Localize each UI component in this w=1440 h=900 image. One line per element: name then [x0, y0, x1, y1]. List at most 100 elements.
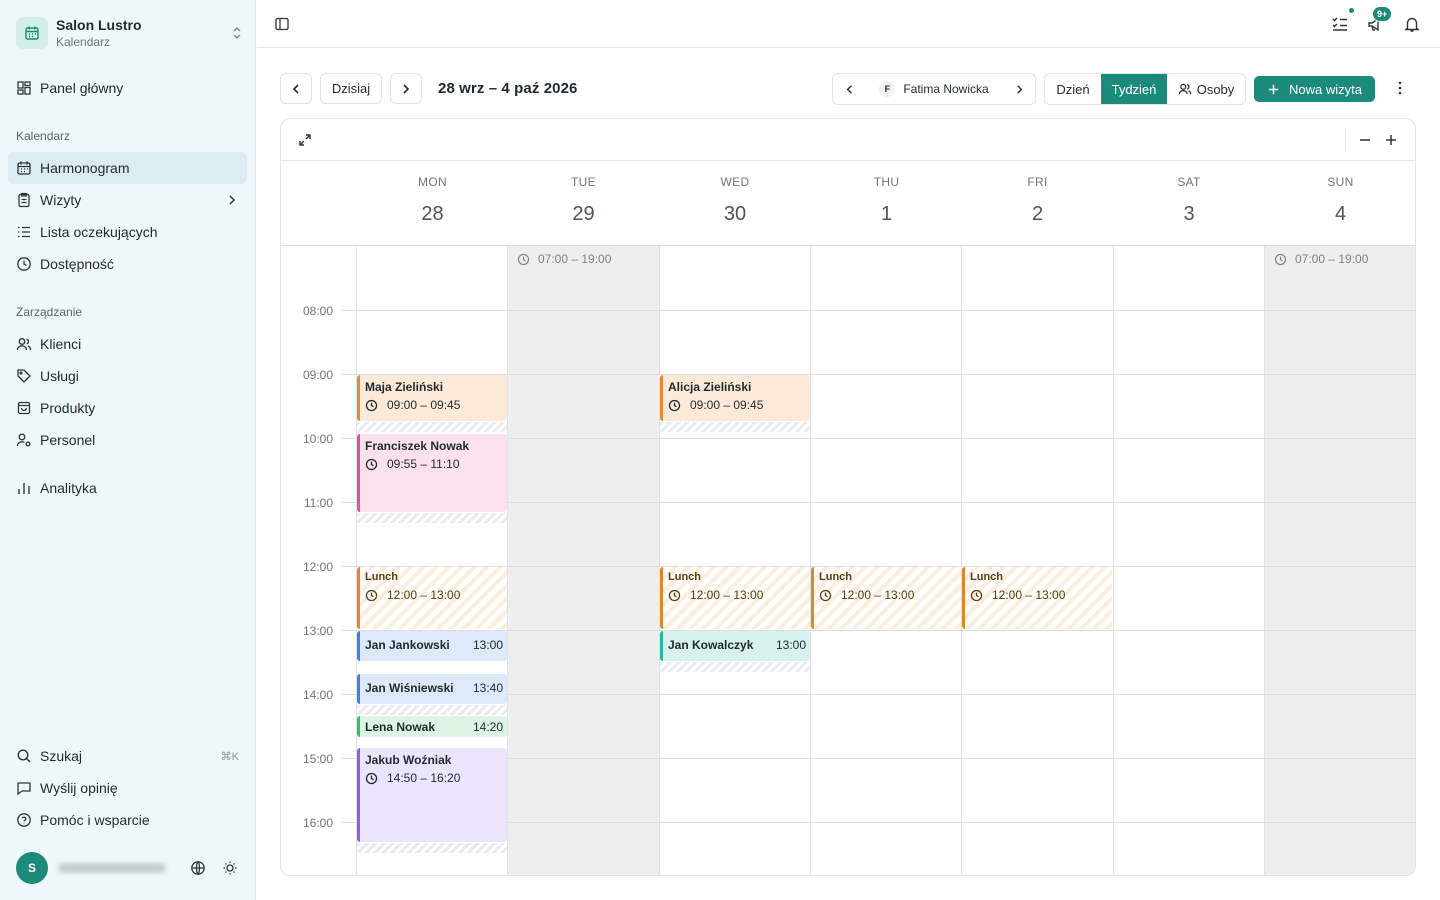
lunch-block[interactable]: Lunch 12:00 – 13:00	[811, 567, 961, 629]
sidebar-item-feedback[interactable]: Wyślij opinię	[8, 772, 247, 804]
expand-icon[interactable]	[298, 133, 312, 147]
notifications-badge: 9+	[1372, 6, 1393, 22]
event-time-text: 09:00 – 09:45	[387, 398, 461, 412]
appointment-card[interactable]: Jakub Woźniak 14:50 – 16:20	[357, 748, 507, 842]
event-title: Lunch	[365, 571, 398, 583]
buffer-block	[357, 843, 507, 853]
prev-staff-button[interactable]	[833, 74, 865, 104]
calendar-icon	[16, 17, 48, 49]
day-header[interactable]: WED 30	[659, 161, 811, 246]
off-hours-label: 07:00 – 19:00	[517, 252, 611, 266]
next-staff-button[interactable]	[1003, 74, 1035, 104]
event-title: Franciszek Nowak	[365, 439, 470, 453]
view-people-label: Osoby	[1196, 81, 1235, 97]
sidebar-item-waitlist[interactable]: Lista oczekujących	[8, 216, 247, 248]
event-time-text: 09:00 – 09:45	[690, 398, 764, 412]
new-visit-label: Nowa wizyta	[1289, 81, 1362, 97]
sidebar-toggle-icon[interactable]	[274, 16, 290, 32]
sidebar-item-label: Wizyty	[40, 192, 82, 208]
off-hours-text: 07:00 – 19:00	[1295, 252, 1369, 266]
sidebar-item-label: Usługi	[40, 368, 79, 384]
day-of-week: WED	[720, 175, 750, 189]
event-time-text: 12:00 – 13:00	[992, 588, 1066, 602]
clock-icon	[17, 257, 31, 271]
appointment-card[interactable]: Jan Wiśniewski 13:40	[357, 674, 507, 704]
event-color-bar	[357, 375, 360, 421]
view-day-button[interactable]: Dzień	[1045, 74, 1101, 104]
more-vertical-icon[interactable]	[1392, 80, 1408, 96]
sidebar-item-dashboard[interactable]: Panel główny	[8, 72, 247, 104]
day-header[interactable]: FRI 2	[962, 161, 1113, 246]
user-email-redacted	[58, 863, 166, 873]
staff-name[interactable]: F Fatima Nowicka	[865, 81, 1003, 97]
appointment-card[interactable]: Jan Jankowski 13:00	[357, 631, 507, 661]
lunch-block[interactable]: Lunch 12:00 – 13:00	[962, 567, 1112, 629]
zoom-out-icon[interactable]	[1358, 133, 1372, 147]
event-time: 12:00 – 13:00	[819, 588, 914, 602]
new-visit-button[interactable]: Nowa wizyta	[1254, 76, 1375, 102]
appointment-card[interactable]: Franciszek Nowak 09:55 – 11:10	[357, 434, 507, 512]
prev-week-button[interactable]	[280, 73, 312, 104]
day-header[interactable]: SUN 4	[1265, 161, 1415, 246]
sidebar-item-clients[interactable]: Klienci	[8, 328, 247, 360]
sidebar-item-help[interactable]: Pomóc i wsparcie	[8, 804, 247, 836]
day-header[interactable]: MON 28	[357, 161, 508, 246]
sidebar-item-products[interactable]: Produkty	[8, 392, 247, 424]
day-header[interactable]: THU 1	[811, 161, 962, 246]
day-column[interactable]	[961, 246, 1113, 875]
globe-icon[interactable]	[190, 860, 206, 876]
lunch-block[interactable]: Lunch 12:00 – 13:00	[357, 567, 507, 629]
section-management: Zarządzanie	[16, 305, 83, 319]
org-switcher[interactable]: Salon Lustro Kalendarz	[16, 14, 244, 52]
day-column[interactable]	[810, 246, 962, 875]
day-column[interactable]	[659, 246, 811, 875]
appointment-card[interactable]: Maja Zieliński 09:00 – 09:45	[357, 375, 507, 421]
shopping-bag-icon	[17, 401, 31, 415]
user-menu[interactable]: S	[16, 852, 246, 884]
sidebar-item-services[interactable]: Usługi	[8, 360, 247, 392]
day-column-off[interactable]	[1264, 246, 1415, 875]
day-number: 2	[1031, 203, 1044, 225]
sidebar-item-label: Wyślij opinię	[40, 780, 118, 796]
clock-icon	[365, 458, 378, 470]
sidebar: Salon Lustro Kalendarz Panel główny Kale…	[0, 0, 256, 900]
event-time-text: 13:00	[472, 638, 503, 652]
event-time-text: 09:55 – 11:10	[387, 457, 460, 471]
appointment-card[interactable]: Lena Nowak 14:20	[357, 716, 507, 737]
tasks-icon[interactable]	[1331, 15, 1349, 33]
event-time-text: 14:20	[472, 720, 503, 734]
event-title: Lunch	[819, 571, 852, 583]
appointment-card[interactable]: Jan Kowalczyk 13:00	[660, 631, 810, 661]
lunch-block[interactable]: Lunch 12:00 – 13:00	[660, 567, 810, 629]
top-bar: 9+	[257, 0, 1440, 48]
day-number: 1	[880, 203, 893, 225]
day-column-off[interactable]	[507, 246, 659, 875]
day-column[interactable]	[1113, 246, 1265, 875]
event-color-bar	[811, 567, 814, 629]
sidebar-item-schedule[interactable]: Harmonogram	[8, 152, 247, 184]
zoom-in-icon[interactable]	[1384, 133, 1398, 147]
bar-chart-icon	[18, 483, 30, 494]
tasks-indicator-dot	[1347, 6, 1356, 15]
plus-icon	[1268, 84, 1279, 94]
sidebar-item-staff[interactable]: Personel	[8, 424, 247, 456]
sun-icon[interactable]	[222, 860, 238, 876]
view-week-button[interactable]: Tydzień	[1101, 74, 1167, 104]
day-of-week: TUE	[571, 175, 596, 189]
sidebar-item-visits[interactable]: Wizyty	[8, 184, 247, 216]
sidebar-item-search[interactable]: Szukaj ⌘K	[8, 740, 247, 772]
appointment-card[interactable]: Alicja Zieliński 09:00 – 09:45	[660, 375, 810, 421]
day-header[interactable]: TUE 29	[508, 161, 659, 246]
hour-label: 08:00	[302, 304, 333, 318]
sidebar-item-availability[interactable]: Dostępność	[8, 248, 247, 280]
clock-icon	[365, 772, 378, 784]
help-circle-icon	[17, 813, 31, 827]
day-header[interactable]: SAT 3	[1113, 161, 1265, 246]
next-week-button[interactable]	[390, 73, 422, 104]
bell-icon[interactable]	[1403, 15, 1421, 33]
day-of-week: FRI	[1027, 175, 1048, 189]
today-button[interactable]: Dzisiaj	[320, 73, 382, 104]
event-title: Lunch	[668, 571, 701, 583]
sidebar-item-analytics[interactable]: Analityka	[8, 472, 247, 504]
view-people-button[interactable]: Osoby	[1167, 74, 1245, 104]
